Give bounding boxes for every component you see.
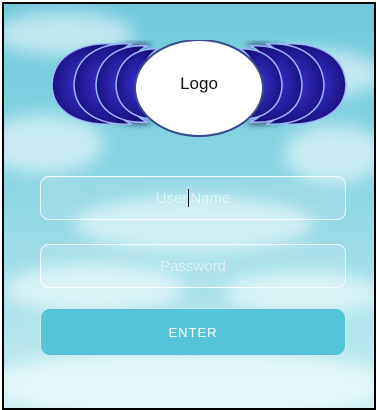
logo: Logo [44, 40, 354, 150]
username-placeholder-start: User [155, 189, 188, 207]
password-placeholder: Password [160, 257, 226, 275]
enter-button[interactable]: ENTER [40, 308, 346, 356]
username-input[interactable]: User Name [40, 176, 346, 220]
login-screen: Logo User Name Password ENTER [2, 2, 376, 410]
crescent-wings-icon [51, 40, 347, 137]
enter-button-label: ENTER [168, 324, 218, 340]
text-cursor [188, 189, 190, 207]
username-placeholder-end: Name [190, 189, 231, 207]
password-input[interactable]: Password [40, 244, 346, 288]
